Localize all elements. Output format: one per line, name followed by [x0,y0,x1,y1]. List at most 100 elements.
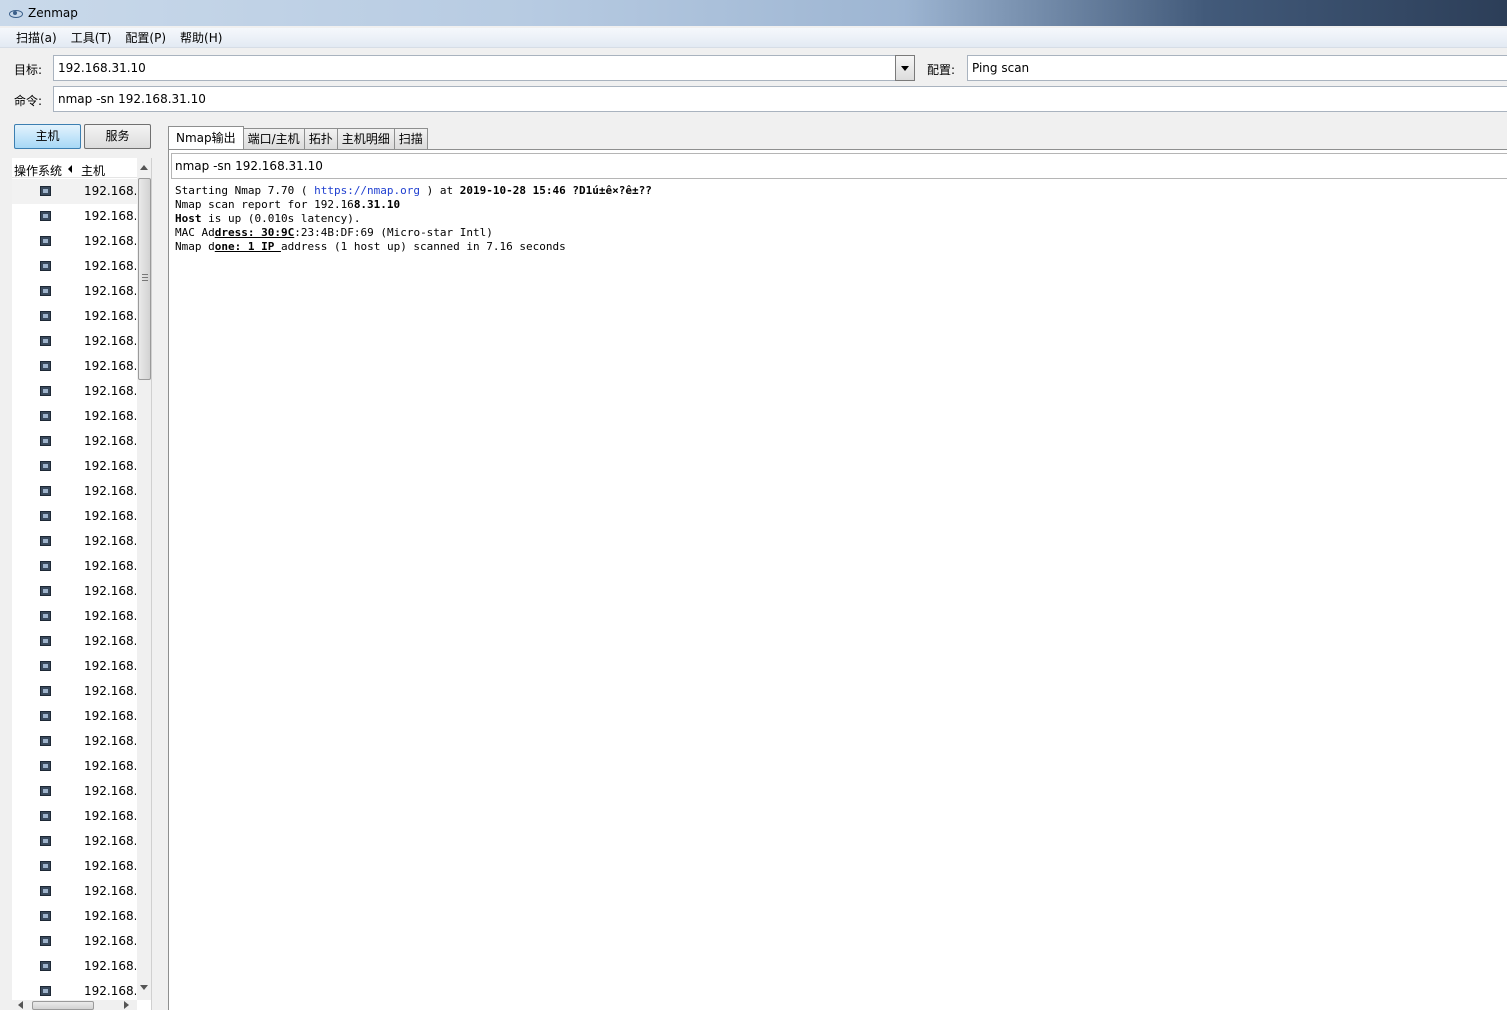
host-row[interactable]: 192.168.31 [12,229,137,254]
host-row[interactable]: 192.168.31 [12,804,137,829]
hosts-view-button[interactable]: 主机 [14,124,81,149]
command-label: 命令: [14,94,43,108]
nmap-output-text[interactable]: Starting Nmap 7.70 ( https://nmap.org ) … [175,184,652,254]
host-list-vertical-scrollbar[interactable] [137,158,151,1000]
host-row[interactable]: 192.168.31 [12,904,137,929]
os-icon [40,636,51,646]
column-os[interactable]: 操作系统 [14,162,62,179]
host-row[interactable]: 192.168.31 [12,529,137,554]
os-icon [40,361,51,371]
os-icon [40,786,51,796]
host-ip: 192.168.31 [84,859,136,873]
host-ip: 192.168.31 [84,284,136,298]
os-icon [40,886,51,896]
target-label: 目标: [14,63,43,77]
os-icon [40,286,51,296]
profile-combo[interactable]: Ping scan [967,55,1507,81]
host-list-horizontal-scrollbar[interactable] [12,1000,137,1010]
host-row[interactable]: 192.168.31 [12,179,137,204]
host-row[interactable]: 192.168.31 [12,704,137,729]
host-row[interactable]: 192.168.31 [12,829,137,854]
menu-help[interactable]: 帮助(H) [173,28,229,48]
scroll-thumb[interactable] [138,178,151,380]
tab-nmap-output[interactable]: Nmap输出 [168,126,244,150]
host-row[interactable]: 192.168.31 [12,579,137,604]
tab-topology[interactable]: 拓扑 [303,128,338,150]
host-row[interactable]: 192.168.31 [12,779,137,804]
scroll-down-arrow-icon[interactable] [140,985,148,990]
scroll-left-arrow-icon[interactable] [18,1001,23,1009]
host-row[interactable]: 192.168.31 [12,654,137,679]
host-row[interactable]: 192.168.31 [12,629,137,654]
host-row[interactable]: 192.168.31 [12,379,137,404]
os-icon [40,336,51,346]
host-row[interactable]: 192.168.31 [12,204,137,229]
host-list-panel: 操作系统 主机 192.168.31192.168.31192.168.3119… [12,158,152,1010]
host-row[interactable]: 192.168.31 [12,604,137,629]
host-row[interactable]: 192.168.31 [12,404,137,429]
os-icon [40,961,51,971]
menu-profile[interactable]: 配置(P) [118,28,173,48]
host-ip: 192.168.31 [84,634,136,648]
host-ip: 192.168.31 [84,559,136,573]
scroll-right-arrow-icon[interactable] [124,1001,129,1009]
os-icon [40,761,51,771]
host-ip: 192.168.31 [84,409,136,423]
column-host[interactable]: 主机 [81,162,105,179]
host-ip: 192.168.31 [84,609,136,623]
scroll-up-arrow-icon[interactable] [140,165,148,170]
host-row[interactable]: 192.168.31 [12,254,137,279]
host-ip: 192.168.31 [84,759,136,773]
host-row[interactable]: 192.168.31 [12,354,137,379]
host-ip: 192.168.31 [84,434,136,448]
nmap-org-link[interactable]: https://nmap.org [314,184,420,197]
target-input[interactable]: 192.168.31.10 [53,55,896,81]
title-bar: Zenmap [0,0,1507,26]
host-ip: 192.168.31 [84,509,136,523]
os-icon [40,911,51,921]
tab-host-details[interactable]: 主机明细 [336,128,395,150]
host-row[interactable]: 192.168.31 [12,329,137,354]
os-icon [40,536,51,546]
output-line-5: Nmap done: 1 IP address (1 host up) scan… [175,240,566,253]
host-row[interactable]: 192.168.31 [12,854,137,879]
host-ip: 192.168.31 [84,359,136,373]
os-icon [40,436,51,446]
host-ip: 192.168.31 [84,984,136,998]
tab-scans[interactable]: 扫描 [393,128,428,150]
os-icon [40,986,51,996]
host-row[interactable]: 192.168.31 [12,479,137,504]
host-row[interactable]: 192.168.31 [12,754,137,779]
host-ip: 192.168.31 [84,784,136,798]
os-icon [40,611,51,621]
host-ip: 192.168.31 [84,534,136,548]
host-row[interactable]: 192.168.31 [12,504,137,529]
os-icon [40,311,51,321]
os-icon [40,186,51,196]
host-row[interactable]: 192.168.31 [12,879,137,904]
host-row[interactable]: 192.168.31 [12,729,137,754]
services-view-button[interactable]: 服务 [84,124,151,149]
menu-tools[interactable]: 工具(T) [64,28,119,48]
host-row[interactable]: 192.168.31 [12,554,137,579]
host-row[interactable]: 192.168.31 [12,429,137,454]
host-row[interactable]: 192.168.31 [12,454,137,479]
os-icon [40,936,51,946]
output-line-2: Nmap scan report for 192.168.31.10 [175,198,401,211]
output-command-selector[interactable]: nmap -sn 192.168.31.10 [171,153,1507,179]
host-row[interactable]: 192.168.31 [12,929,137,954]
target-dropdown-button[interactable] [895,55,915,81]
os-icon [40,711,51,721]
host-ip: 192.168.31 [84,934,136,948]
host-row[interactable]: 192.168.31 [12,679,137,704]
result-tabs: Nmap输出 端口/主机 拓扑 主机明细 扫描 [168,126,428,150]
os-icon [40,561,51,571]
command-input[interactable]: nmap -sn 192.168.31.10 [53,86,1507,112]
profile-label: 配置: [927,63,956,77]
hscroll-thumb[interactable] [32,1001,94,1010]
tab-ports-hosts[interactable]: 端口/主机 [242,128,305,150]
host-row[interactable]: 192.168.31 [12,954,137,979]
host-row[interactable]: 192.168.31 [12,304,137,329]
host-row[interactable]: 192.168.31 [12,279,137,304]
menu-scan[interactable]: 扫描(a) [9,28,64,48]
